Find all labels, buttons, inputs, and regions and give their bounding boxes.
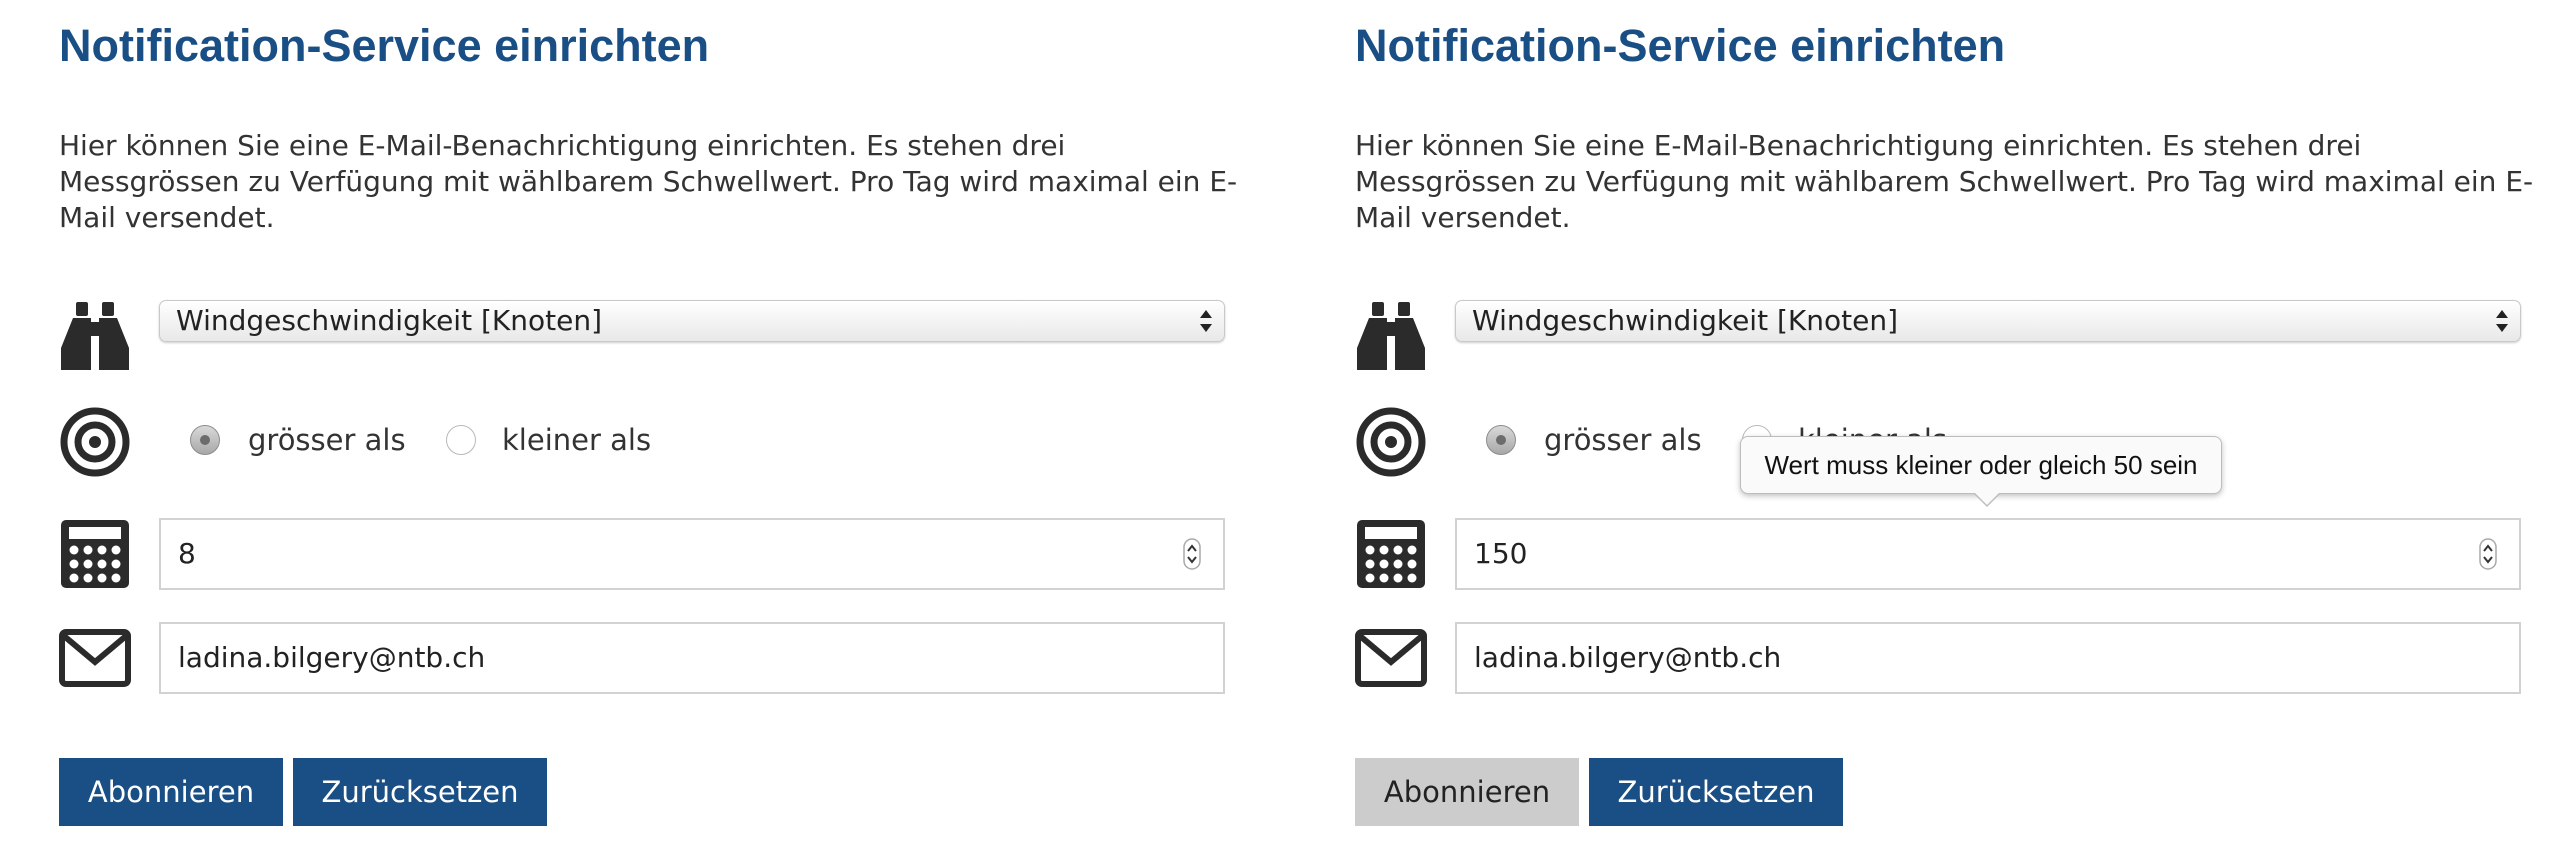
threshold-input[interactable]: 8: [159, 518, 1225, 590]
radio-greater[interactable]: [190, 425, 220, 455]
threshold-input[interactable]: 150: [1455, 518, 2521, 590]
email-field[interactable]: ladina.bilgery@ntb.ch: [159, 622, 1225, 694]
radio-greater-label[interactable]: grösser als: [1544, 418, 1702, 462]
binoculars-icon: [1355, 300, 1427, 372]
select-arrows-icon: [1198, 305, 1214, 337]
radio-smaller-label[interactable]: kleiner als: [502, 418, 651, 462]
radio-greater-label[interactable]: grösser als: [248, 418, 406, 462]
threshold-value: 8: [178, 537, 196, 570]
measure-select-value: Windgeschwindigkeit [Knoten]: [176, 304, 602, 337]
subscribe-button-disabled[interactable]: Abonnieren: [1355, 758, 1579, 826]
validation-message: Wert muss kleiner oder gleich 50 sein: [1764, 450, 2198, 480]
notification-panel-right: Notification-Service einrichten Hier kön…: [1296, 0, 2546, 850]
reset-button[interactable]: Zurücksetzen: [1589, 758, 1843, 826]
threshold-value: 150: [1474, 537, 1528, 570]
calculator-icon: [1355, 518, 1427, 590]
calculator-icon: [59, 518, 131, 590]
subscribe-button[interactable]: Abonnieren: [59, 758, 283, 826]
validation-tooltip: Wert muss kleiner oder gleich 50 sein: [1740, 436, 2222, 507]
notification-panel-left: Notification-Service einrichten Hier kön…: [0, 0, 1250, 850]
comparison-radio-group: grösser als kleiner als: [190, 418, 890, 462]
email-field[interactable]: ladina.bilgery@ntb.ch: [1455, 622, 2521, 694]
page-title: Notification-Service einrichten: [59, 20, 710, 71]
stepper-icon[interactable]: [1183, 538, 1201, 570]
stepper-icon[interactable]: [2479, 538, 2497, 570]
target-icon: [59, 406, 131, 478]
email-value: ladina.bilgery@ntb.ch: [178, 641, 486, 674]
email-value: ladina.bilgery@ntb.ch: [1474, 641, 1782, 674]
measure-select[interactable]: Windgeschwindigkeit [Knoten]: [159, 300, 1225, 342]
measure-select-value: Windgeschwindigkeit [Knoten]: [1472, 304, 1898, 337]
target-icon: [1355, 406, 1427, 478]
measure-select[interactable]: Windgeschwindigkeit [Knoten]: [1455, 300, 2521, 342]
page-title: Notification-Service einrichten: [1355, 20, 2006, 71]
radio-smaller[interactable]: [446, 425, 476, 455]
tooltip-pointer: [1973, 492, 2001, 507]
envelope-icon: [1355, 622, 1427, 694]
reset-button[interactable]: Zurücksetzen: [293, 758, 547, 826]
description-text: Hier können Sie eine E-Mail-Benachrichti…: [59, 129, 1238, 234]
binoculars-icon: [59, 300, 131, 372]
envelope-icon: [59, 622, 131, 694]
description-text: Hier können Sie eine E-Mail-Benachrichti…: [1355, 129, 2534, 234]
radio-greater[interactable]: [1486, 425, 1516, 455]
select-arrows-icon: [2494, 305, 2510, 337]
